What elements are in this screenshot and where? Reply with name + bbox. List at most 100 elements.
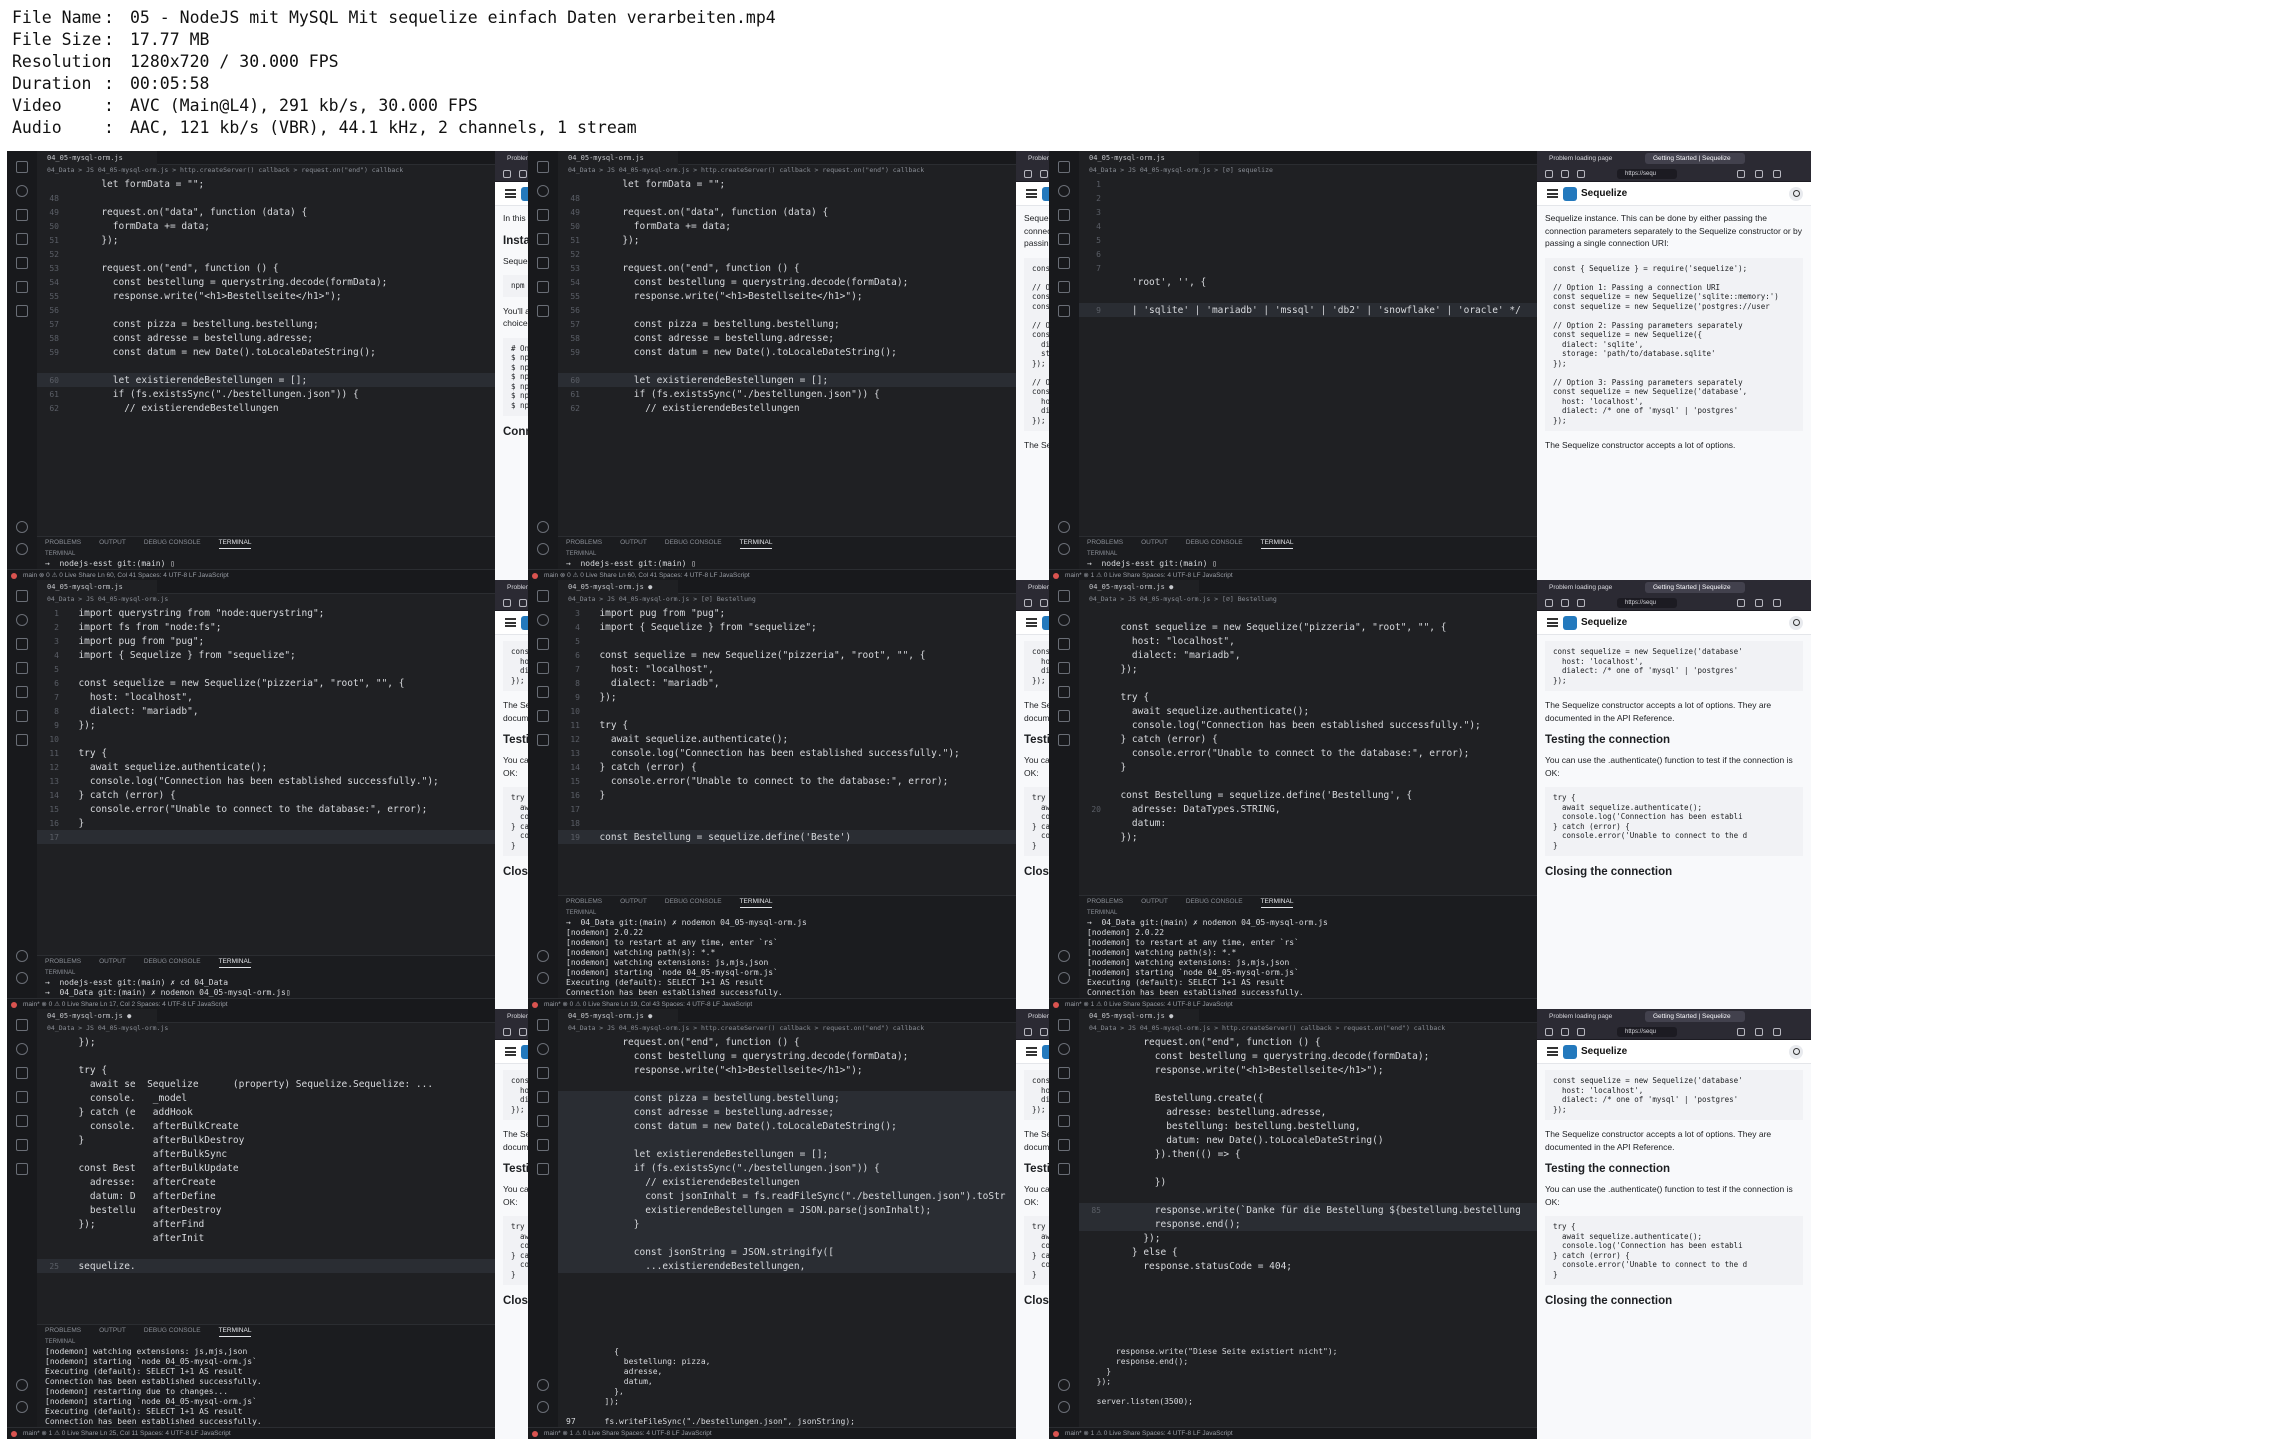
explorer-icon[interactable] [1058,590,1070,602]
notification-icon[interactable] [532,1431,538,1437]
reload-icon[interactable] [1577,1028,1585,1036]
menu-icon[interactable] [1773,1028,1781,1036]
panel-tab-output[interactable]: OUTPUT [620,537,647,549]
editor-tab[interactable]: 04_05-mysql-orm.js ● [558,1009,678,1023]
code-area[interactable]: let formData = ""; 48 49 request.on("data"… [37,177,495,415]
live-share-icon[interactable] [537,305,549,317]
extensions-icon[interactable] [1058,686,1070,698]
run-debug-icon[interactable] [16,662,28,674]
back-icon[interactable] [1024,599,1032,607]
terminal-output[interactable]: → nodejs-esst git:(main) ▯ [37,559,495,569]
live-share-icon[interactable] [1058,305,1070,317]
terminal-output[interactable]: { bestellung: pizza, adresse, datum, }, … [558,1347,1016,1427]
breadcrumb[interactable]: 04_Data > JS 04_05-mysql-orm.js > http.c… [558,1023,1016,1034]
docs-code-block[interactable]: try { await sequelize.authenticate(); co… [1545,787,1803,856]
account-icon[interactable] [1058,950,1070,962]
extensions-icon[interactable] [537,1115,549,1127]
forward-icon[interactable] [519,599,527,607]
search-icon[interactable] [537,614,549,626]
settings-gear-icon[interactable] [1058,543,1070,555]
settings-gear-icon[interactable] [1058,972,1070,984]
forward-icon[interactable] [1561,599,1569,607]
settings-gear-icon[interactable] [537,1401,549,1413]
account-icon[interactable] [537,521,549,533]
remote-icon[interactable] [1058,710,1070,722]
notification-icon[interactable] [11,1002,17,1008]
source-control-icon[interactable] [537,638,549,650]
search-icon[interactable] [537,1043,549,1055]
forward-icon[interactable] [519,1028,527,1036]
search-icon[interactable] [1058,1043,1070,1055]
live-share-icon[interactable] [16,305,28,317]
browser-tab[interactable]: Problem loading page [1541,1011,1641,1022]
live-share-icon[interactable] [1058,734,1070,746]
breadcrumb[interactable]: 04_Data > JS 04_05-mysql-orm.js [37,594,495,605]
editor-tab[interactable]: 04_05-mysql-orm.js [1079,151,1199,165]
panel-tab-problems[interactable]: PROBLEMS [45,1325,81,1337]
menu-icon[interactable] [1773,170,1781,178]
settings-gear-icon[interactable] [537,972,549,984]
panel-tab-problems[interactable]: PROBLEMS [1087,537,1123,549]
terminal-output[interactable]: → nodejs-esst git:(main) ▯ [1079,559,1537,569]
terminal-output[interactable]: [nodemon] watching extensions: js,mjs,js… [37,1347,495,1427]
account-icon[interactable] [16,1379,28,1391]
search-icon[interactable] [1058,614,1070,626]
extensions-icon[interactable] [1755,599,1763,607]
run-debug-icon[interactable] [16,233,28,245]
panel-tab-output[interactable]: OUTPUT [99,1325,126,1337]
run-debug-icon[interactable] [1058,1091,1070,1103]
notification-icon[interactable] [11,573,17,579]
extensions-icon[interactable] [16,1115,28,1127]
breadcrumb[interactable]: 04_Data > JS 04_05-mysql-orm.js > http.c… [37,165,495,176]
source-control-icon[interactable] [16,209,28,221]
run-debug-icon[interactable] [537,1091,549,1103]
panel-tab-terminal[interactable]: TERMINAL [218,537,252,549]
account-icon[interactable] [537,1379,549,1391]
panel-tab-output[interactable]: OUTPUT [1141,896,1168,908]
notification-icon[interactable] [1053,1431,1059,1437]
back-icon[interactable] [1545,599,1553,607]
menu-icon[interactable] [1773,599,1781,607]
download-icon[interactable] [1737,170,1745,178]
hamburger-menu-icon[interactable] [505,189,516,198]
url-bar[interactable]: https://sequ [1617,169,1677,179]
source-control-icon[interactable] [537,1067,549,1079]
browser-tab[interactable]: Getting Started | Sequelize [1645,153,1745,164]
live-share-icon[interactable] [16,734,28,746]
account-icon[interactable] [16,521,28,533]
extensions-icon[interactable] [1755,1028,1763,1036]
terminal-output[interactable]: → nodejs-esst git:(main) ✗ cd 04_Data → 0… [37,978,495,998]
panel-tab-problems[interactable]: PROBLEMS [566,537,602,549]
editor-tab[interactable]: 04_05-mysql-orm.js [558,151,678,165]
notification-icon[interactable] [1053,1002,1059,1008]
hamburger-menu-icon[interactable] [505,1047,516,1056]
panel-tab-problems[interactable]: PROBLEMS [1087,896,1123,908]
hamburger-menu-icon[interactable] [1547,1047,1558,1056]
search-icon[interactable] [537,185,549,197]
live-share-icon[interactable] [537,1163,549,1175]
code-area[interactable]: 1 2 3 4 5 6 7 'root', '', {9 | 'sqlite' | 'mar… [1079,177,1537,345]
hamburger-menu-icon[interactable] [505,618,516,627]
source-control-icon[interactable] [1058,209,1070,221]
extensions-icon[interactable] [16,686,28,698]
code-area[interactable]: let formData = ""; 48 49 request.on("data"… [558,177,1016,415]
settings-gear-icon[interactable] [537,543,549,555]
settings-gear-icon[interactable] [16,972,28,984]
explorer-icon[interactable] [1058,161,1070,173]
back-icon[interactable] [503,599,511,607]
panel-tab-output[interactable]: OUTPUT [99,537,126,549]
browser-tab[interactable]: Problem loading page [1541,582,1641,593]
forward-icon[interactable] [1040,1028,1048,1036]
editor-tab[interactable]: 04_05-mysql-orm.js [37,580,157,594]
live-share-icon[interactable] [1058,1163,1070,1175]
panel-tab-debug-console[interactable]: DEBUG CONSOLE [144,537,201,549]
forward-icon[interactable] [1040,599,1048,607]
sequelize-logo-icon[interactable] [1563,1045,1577,1059]
panel-tab-debug-console[interactable]: DEBUG CONSOLE [1186,537,1243,549]
terminal-output[interactable]: response.write("Diese Seite existiert ni… [1079,1347,1537,1427]
explorer-icon[interactable] [16,1019,28,1031]
remote-icon[interactable] [537,710,549,722]
docs-logo-text[interactable]: Sequelize [1581,188,1627,199]
hamburger-menu-icon[interactable] [1026,189,1037,198]
browser-tab[interactable]: Getting Started | Sequelize [1645,582,1745,593]
